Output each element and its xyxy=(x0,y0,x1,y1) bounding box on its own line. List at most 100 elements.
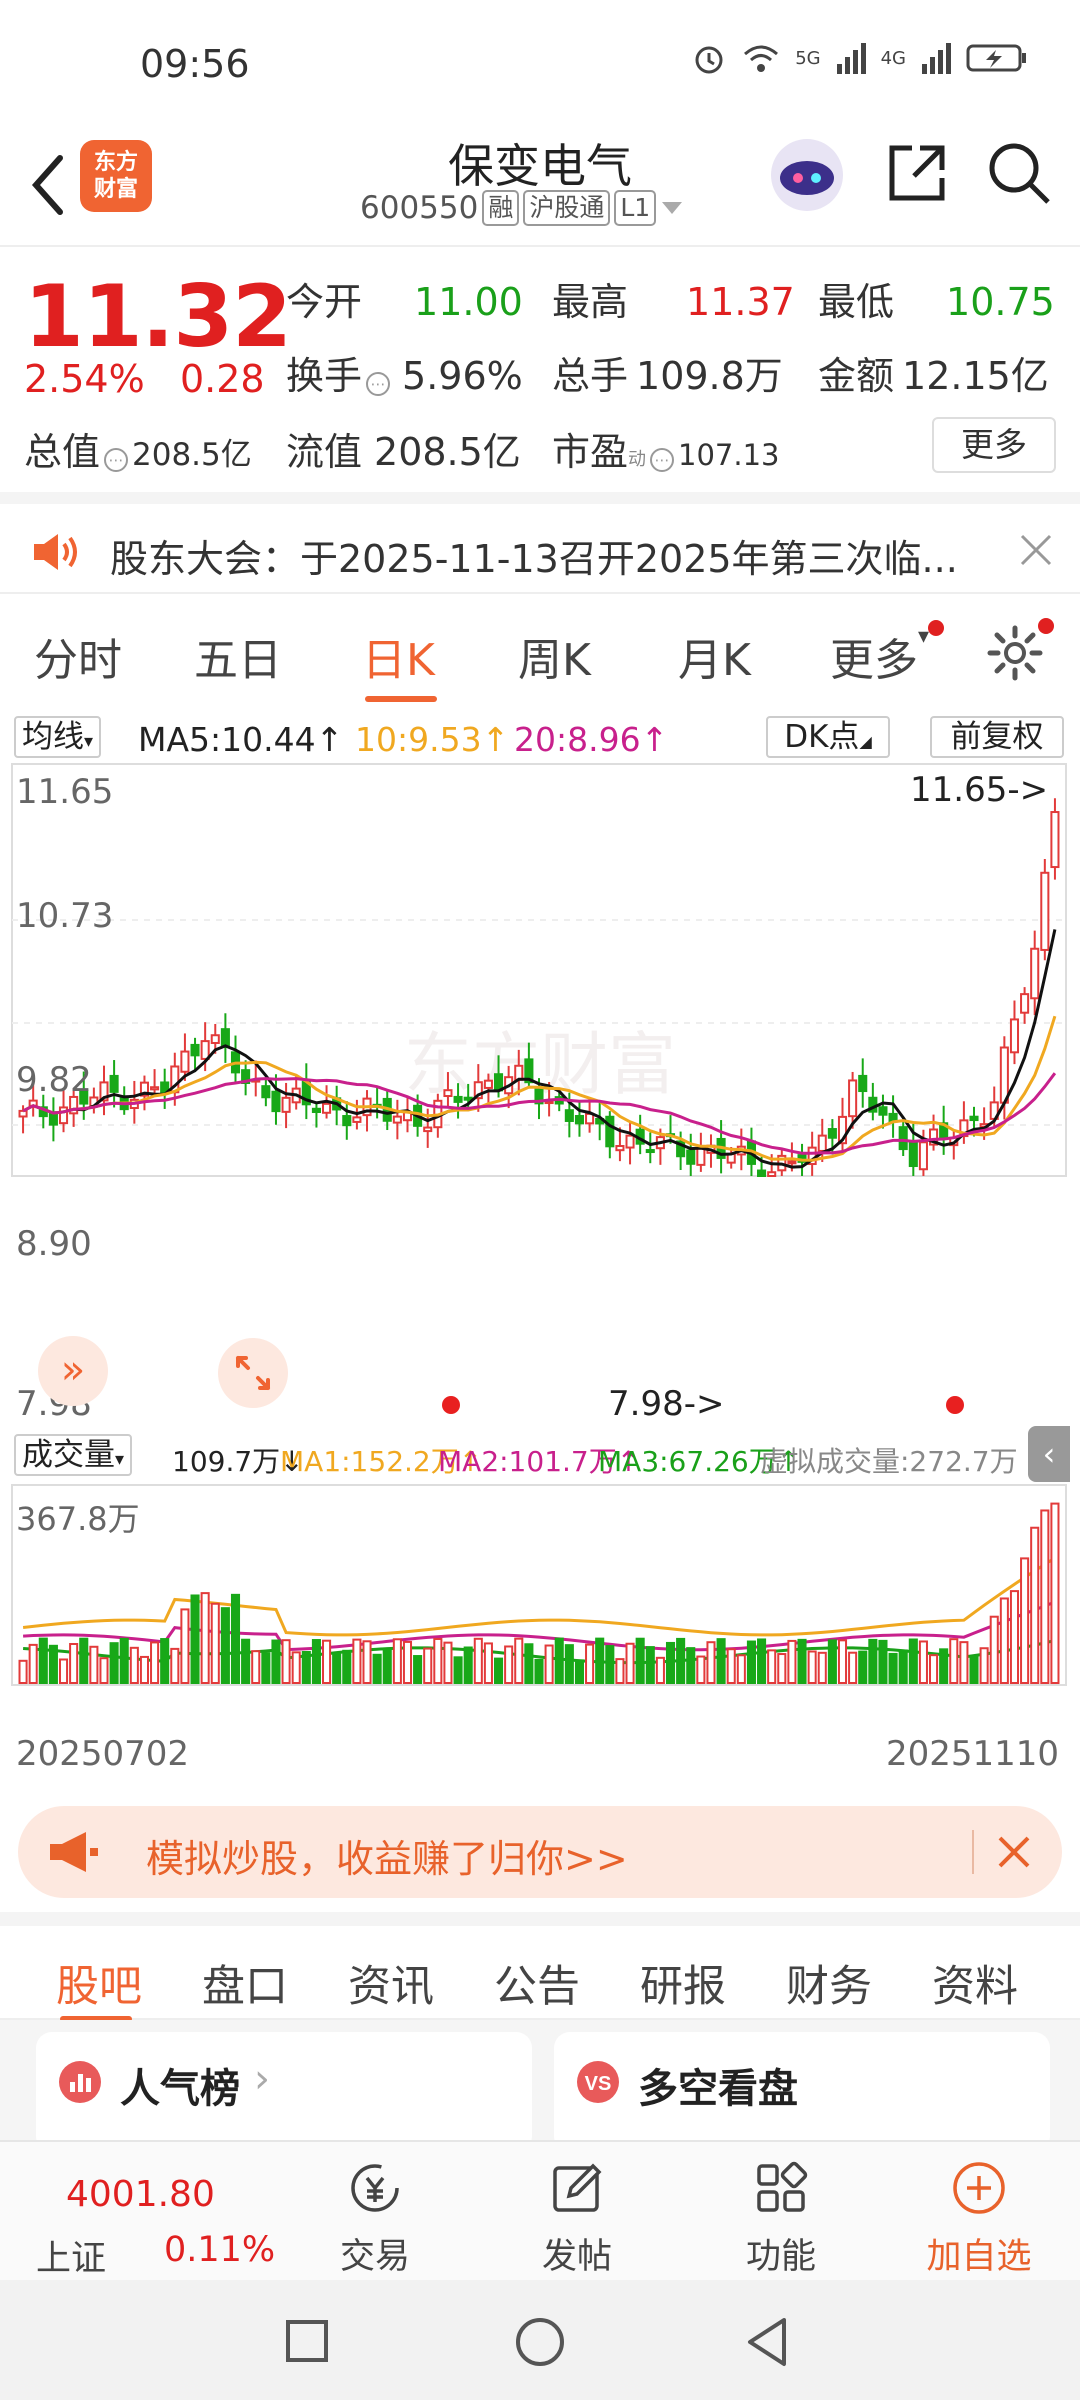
candle-body xyxy=(645,1149,655,1154)
low-stat: 最低 10.75 xyxy=(818,271,1055,326)
change-amount: 0.28 xyxy=(180,357,265,401)
tab-profile[interactable]: 资料 xyxy=(932,1952,1018,2014)
wifi-icon xyxy=(744,45,779,72)
volume-bar xyxy=(109,1642,119,1685)
ma-select[interactable]: 均线▾ xyxy=(14,716,102,758)
volume-bar xyxy=(1020,1557,1030,1684)
add-plus-icon xyxy=(953,2162,1005,2214)
recent-apps-icon[interactable] xyxy=(284,2318,330,2364)
tab-forum[interactable]: 股吧 xyxy=(56,1952,142,2014)
more-stats-button[interactable]: 更多 xyxy=(932,417,1056,473)
back-nav-icon[interactable] xyxy=(744,2316,790,2368)
volume-bar xyxy=(362,1640,372,1685)
volume-bar xyxy=(686,1647,696,1684)
info-icon-3[interactable]: ⋯ xyxy=(650,448,675,472)
tab-news[interactable]: 资讯 xyxy=(348,1952,434,2014)
candle-body xyxy=(605,1115,615,1148)
turnover-stat: 换手 ⋯ 5.96% xyxy=(286,345,523,400)
bull-bear-card[interactable]: VS 多空看盘 xyxy=(554,2032,1050,2152)
change-percent: 2.54% xyxy=(24,357,145,401)
stock-sub-info[interactable]: 600550 融 沪股通 L1 xyxy=(360,190,684,226)
home-icon[interactable] xyxy=(514,2316,566,2368)
tab-daily-k[interactable]: 日K xyxy=(362,624,435,688)
event-dot[interactable] xyxy=(442,1396,460,1414)
info-icon-2[interactable]: ⋯ xyxy=(104,448,129,472)
logo-text-2: 财富 xyxy=(93,177,138,202)
tab-financials[interactable]: 财务 xyxy=(786,1952,872,2014)
candle-body xyxy=(574,1114,585,1125)
settings-gear-icon[interactable] xyxy=(986,624,1044,682)
volume-bar xyxy=(746,1640,756,1684)
nav-functions[interactable]: 功能 xyxy=(706,2142,856,2282)
float-cap-label: 流值 xyxy=(286,430,363,474)
volume-bar xyxy=(210,1602,220,1685)
signal-icon-2 xyxy=(922,43,951,74)
search-icon[interactable] xyxy=(986,140,1052,206)
candle-body xyxy=(827,1128,837,1139)
tab-order-book[interactable]: 盘口 xyxy=(202,1952,288,2014)
tab-weekly-k[interactable]: 周K xyxy=(518,624,591,688)
chart-bar-icon xyxy=(59,2061,101,2103)
tab-intraday[interactable]: 分时 xyxy=(34,624,122,688)
volume-bar xyxy=(939,1648,949,1684)
nav-trade[interactable]: 交易 xyxy=(300,2142,450,2282)
collapse-panel-button[interactable]: ‹ xyxy=(1028,1426,1070,1482)
fullscreen-button[interactable] xyxy=(218,1338,288,1408)
min-price-label: 7.98-> xyxy=(608,1384,725,1424)
tab-monthly-k[interactable]: 月K xyxy=(678,624,751,688)
volume-bar xyxy=(311,1639,321,1684)
volume-bar xyxy=(38,1637,48,1684)
event-dot[interactable] xyxy=(946,1396,964,1414)
volume-bar xyxy=(676,1637,686,1684)
back-arrow-icon[interactable] xyxy=(20,140,80,230)
nav-post[interactable]: 发帖 xyxy=(502,2142,652,2282)
promo-banner[interactable]: 模拟炒股，收益赚了归你>> xyxy=(18,1806,1062,1898)
volume-bar xyxy=(959,1641,969,1685)
tab-announcements[interactable]: 公告 xyxy=(494,1952,580,2014)
app-logo[interactable]: 东方 财富 xyxy=(80,140,152,212)
float-cap-stat: 流值 208.5亿 xyxy=(286,421,521,476)
announcement-bar[interactable]: 股东大会：于2025-11-13召开2025年第三次临... xyxy=(0,492,1080,594)
bottom-nav: 4001.80 上证 0.11% 交易 发帖 功能 加自选 xyxy=(0,2140,1080,2280)
volume-bar xyxy=(564,1644,574,1685)
amount-label: 金额 xyxy=(818,354,895,398)
volume-bar xyxy=(433,1637,443,1685)
volume-bar xyxy=(514,1637,524,1685)
chevron-left-icon: ‹ xyxy=(1042,1435,1056,1473)
volume-bar xyxy=(979,1647,989,1685)
close-icon[interactable] xyxy=(1018,532,1054,568)
price-tick: 9.82 xyxy=(16,1060,92,1100)
share-icon[interactable] xyxy=(884,140,950,206)
robot-assistant-icon[interactable] xyxy=(768,136,846,214)
tab-research[interactable]: 研报 xyxy=(640,1952,726,2014)
close-icon[interactable] xyxy=(994,1832,1034,1872)
index-value[interactable]: 4001.80 xyxy=(66,2174,215,2215)
volume-indicator-select[interactable]: 成交量▾ xyxy=(14,1434,133,1476)
volume-bar xyxy=(301,1650,311,1684)
volume-bar xyxy=(382,1648,392,1684)
svg-text:VS: VS xyxy=(585,2073,612,2095)
nav-add-watchlist-label: 加自选 xyxy=(926,2237,1032,2277)
candle-body xyxy=(1020,993,1030,1014)
expand-left-button[interactable]: » xyxy=(38,1336,108,1406)
adjust-select[interactable]: 前复权 xyxy=(930,716,1064,758)
popularity-card[interactable]: 人气榜 › xyxy=(36,2032,532,2152)
kline-chart-svg[interactable]: 东方财富 xyxy=(0,708,1080,1783)
ma20-value: 20:8.96↑ xyxy=(514,720,669,759)
tab-more[interactable]: 更多▾ xyxy=(830,624,929,688)
tab-five-day[interactable]: 五日 xyxy=(194,624,282,688)
volume-bar xyxy=(827,1639,837,1685)
index-name[interactable]: 上证 xyxy=(36,2230,106,2281)
kline-chart-area[interactable]: 东方财富 均线▾ MA5:10.44↑ 10:9.53↑ 20:8.96↑ DK… xyxy=(0,708,1080,1783)
nav-post-label: 发帖 xyxy=(541,2237,612,2277)
info-icon[interactable]: ⋯ xyxy=(366,372,391,396)
chevron-down-icon: ▾ xyxy=(84,731,94,752)
dk-point-select[interactable]: DK点◢ xyxy=(766,716,890,758)
volume-bar xyxy=(129,1646,139,1684)
volume-bar xyxy=(352,1638,362,1684)
nav-add-watchlist[interactable]: 加自选 xyxy=(904,2142,1054,2282)
index-change[interactable]: 0.11% xyxy=(164,2230,275,2270)
announcement-text: 股东大会：于2025-11-13召开2025年第三次临... xyxy=(110,537,958,581)
active-tab-underline xyxy=(365,696,437,702)
volume-bar xyxy=(736,1654,746,1685)
